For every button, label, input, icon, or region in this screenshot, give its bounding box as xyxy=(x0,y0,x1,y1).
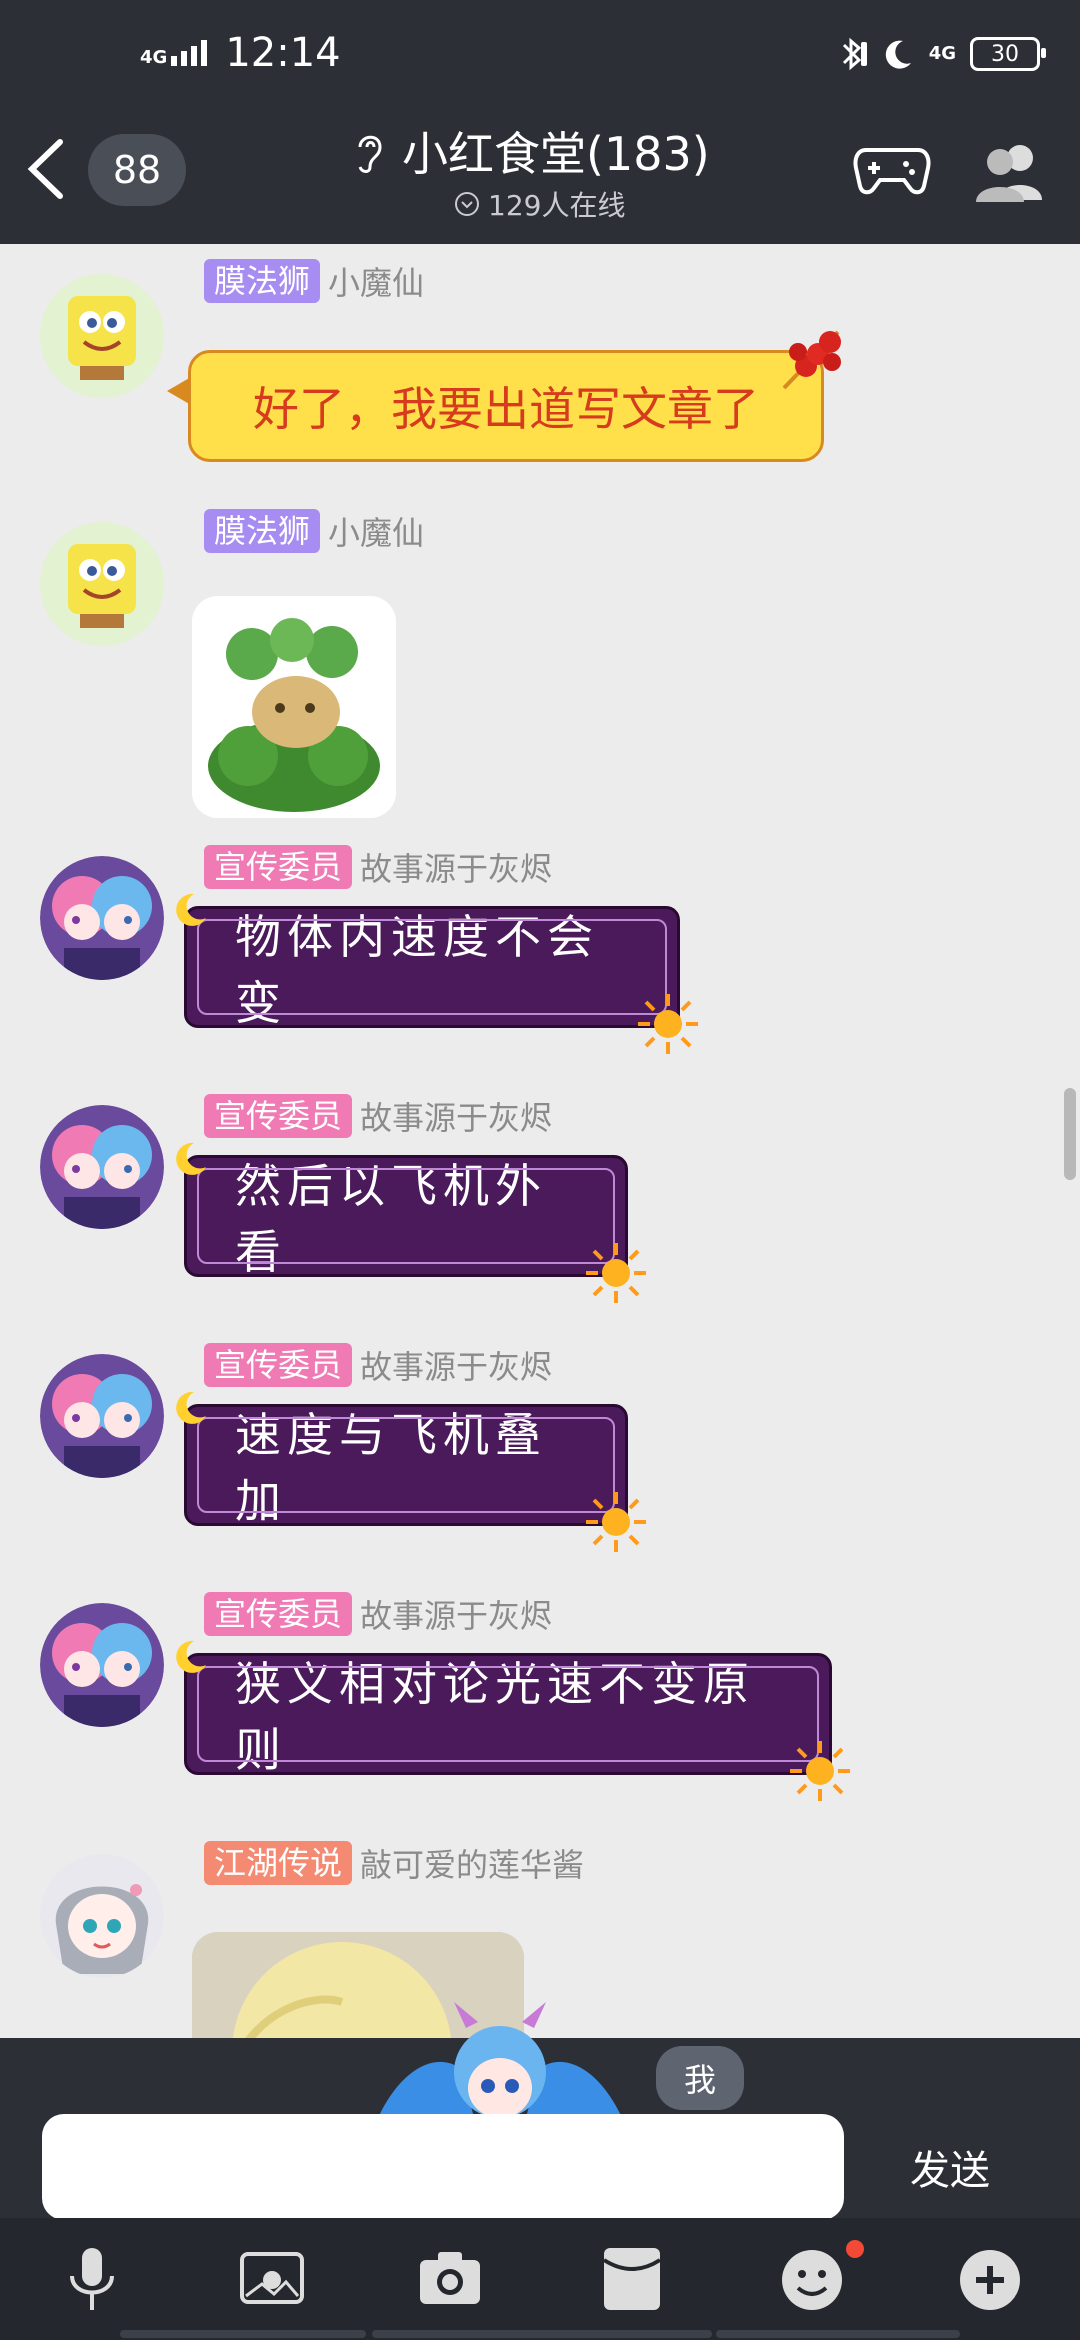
battery-level: 30 xyxy=(991,41,1019,67)
bluetooth-icon xyxy=(842,37,867,71)
send-button[interactable]: 发送 xyxy=(880,2114,1020,2220)
sun-decoration-icon xyxy=(586,1492,646,1552)
camera-icon[interactable] xyxy=(414,2242,486,2314)
message-text: 物体内速度不会变 xyxy=(235,910,599,1030)
group-title[interactable]: 小红食堂(183) xyxy=(350,118,710,184)
status-bar: 4G 12:14 4G 30 xyxy=(0,0,1080,96)
sender-nickname[interactable]: 小魔仙 xyxy=(328,258,424,304)
clock: 12:14 xyxy=(225,30,341,76)
avatar[interactable] xyxy=(40,1354,164,1478)
red-packet-icon[interactable] xyxy=(596,2242,668,2314)
avatar[interactable] xyxy=(40,1105,164,1229)
sender-nickname[interactable]: 故事源于灰烬 xyxy=(360,1093,552,1139)
avatar[interactable] xyxy=(40,274,164,398)
member-title-badge: 膜法狮 xyxy=(204,259,321,303)
battery-icon: 30 xyxy=(970,37,1046,71)
group-members-icon[interactable] xyxy=(972,138,1048,204)
signal-icon xyxy=(171,40,208,66)
notification-dot xyxy=(846,2240,864,2258)
message-text: 好了，我要出道写文章了 xyxy=(253,382,759,436)
message-bubble[interactable]: 然后以飞机外看 xyxy=(184,1155,628,1279)
plus-icon[interactable] xyxy=(954,2242,1026,2314)
avatar[interactable] xyxy=(40,1603,164,1727)
back-arrow-icon[interactable] xyxy=(18,134,78,204)
message-bubble[interactable]: 好了，我要出道写文章了 xyxy=(167,350,824,462)
divider xyxy=(120,2330,366,2338)
me-tag[interactable]: 我 xyxy=(656,2046,744,2110)
divider xyxy=(372,2330,712,2338)
message-text: 狭义相对论光速不变原则 xyxy=(235,1657,755,1777)
message-bubble[interactable]: 物体内速度不会变 xyxy=(184,906,680,1030)
scrollbar[interactable] xyxy=(1064,1088,1076,1180)
microphone-icon[interactable] xyxy=(56,2242,128,2314)
message-input[interactable] xyxy=(42,2114,844,2220)
input-bar: 我 发送 xyxy=(0,2002,1080,2220)
member-title-badge: 江湖传说 xyxy=(204,1841,353,1885)
message-text: 速度与飞机叠加 xyxy=(235,1408,547,1528)
emoji-icon[interactable] xyxy=(776,2242,848,2314)
do-not-disturb-moon-icon xyxy=(885,40,911,69)
member-title-badge: 宣传委员 xyxy=(204,845,353,889)
sun-decoration-icon xyxy=(638,994,698,1054)
sender-nickname[interactable]: 故事源于灰烬 xyxy=(360,844,552,890)
message-list[interactable]: 膜法狮 小魔仙 好了，我要出道写文章了 膜法狮 小魔仙 宣传委员 故事源于灰烬 xyxy=(0,244,1080,2038)
member-title-badge: 宣传委员 xyxy=(204,1343,353,1387)
sender-nickname[interactable]: 故事源于灰烬 xyxy=(360,1591,552,1637)
network-type: 4G xyxy=(140,47,168,68)
sender-nickname[interactable]: 故事源于灰烬 xyxy=(360,1342,552,1388)
moon-decoration-icon xyxy=(176,1391,206,1424)
unread-count-badge[interactable]: 88 xyxy=(88,134,186,206)
photo-album-icon[interactable] xyxy=(236,2242,308,2314)
sun-decoration-icon xyxy=(586,1243,646,1303)
chat-toolbar xyxy=(0,2218,1080,2340)
moon-decoration-icon xyxy=(176,893,206,926)
member-title-badge: 宣传委员 xyxy=(204,1094,353,1138)
member-title-badge: 宣传委员 xyxy=(204,1592,353,1636)
gamepad-icon[interactable] xyxy=(852,136,932,200)
avatar[interactable] xyxy=(40,856,164,980)
avatar[interactable] xyxy=(40,522,164,646)
group-name: 小红食堂(183) xyxy=(402,127,710,181)
candied-haws-icon xyxy=(782,330,841,390)
divider xyxy=(716,2330,960,2338)
message-bubble[interactable]: 速度与飞机叠加 xyxy=(184,1404,628,1528)
message-bubble[interactable]: 狭义相对论光速不变原则 xyxy=(184,1653,832,1777)
chat-header: 88 小红食堂(183) 129人在线 xyxy=(0,96,1080,244)
sticker-image[interactable] xyxy=(192,596,396,818)
message-text: 然后以飞机外看 xyxy=(235,1159,547,1279)
sender-nickname[interactable]: 敲可爱的莲华酱 xyxy=(360,1840,584,1886)
avatar[interactable] xyxy=(40,1854,164,1978)
network-type-right: 4G xyxy=(928,43,956,64)
member-title-badge: 膜法狮 xyxy=(204,509,321,553)
chevron-down-circle-icon xyxy=(455,192,479,216)
online-status[interactable]: 129人在线 xyxy=(454,184,625,224)
online-count: 129人在线 xyxy=(488,189,626,222)
earpiece-mode-icon xyxy=(358,135,382,173)
sun-decoration-icon xyxy=(790,1741,850,1801)
sender-nickname[interactable]: 小魔仙 xyxy=(328,508,424,554)
moon-decoration-icon xyxy=(176,1640,206,1673)
moon-decoration-icon xyxy=(176,1142,206,1175)
